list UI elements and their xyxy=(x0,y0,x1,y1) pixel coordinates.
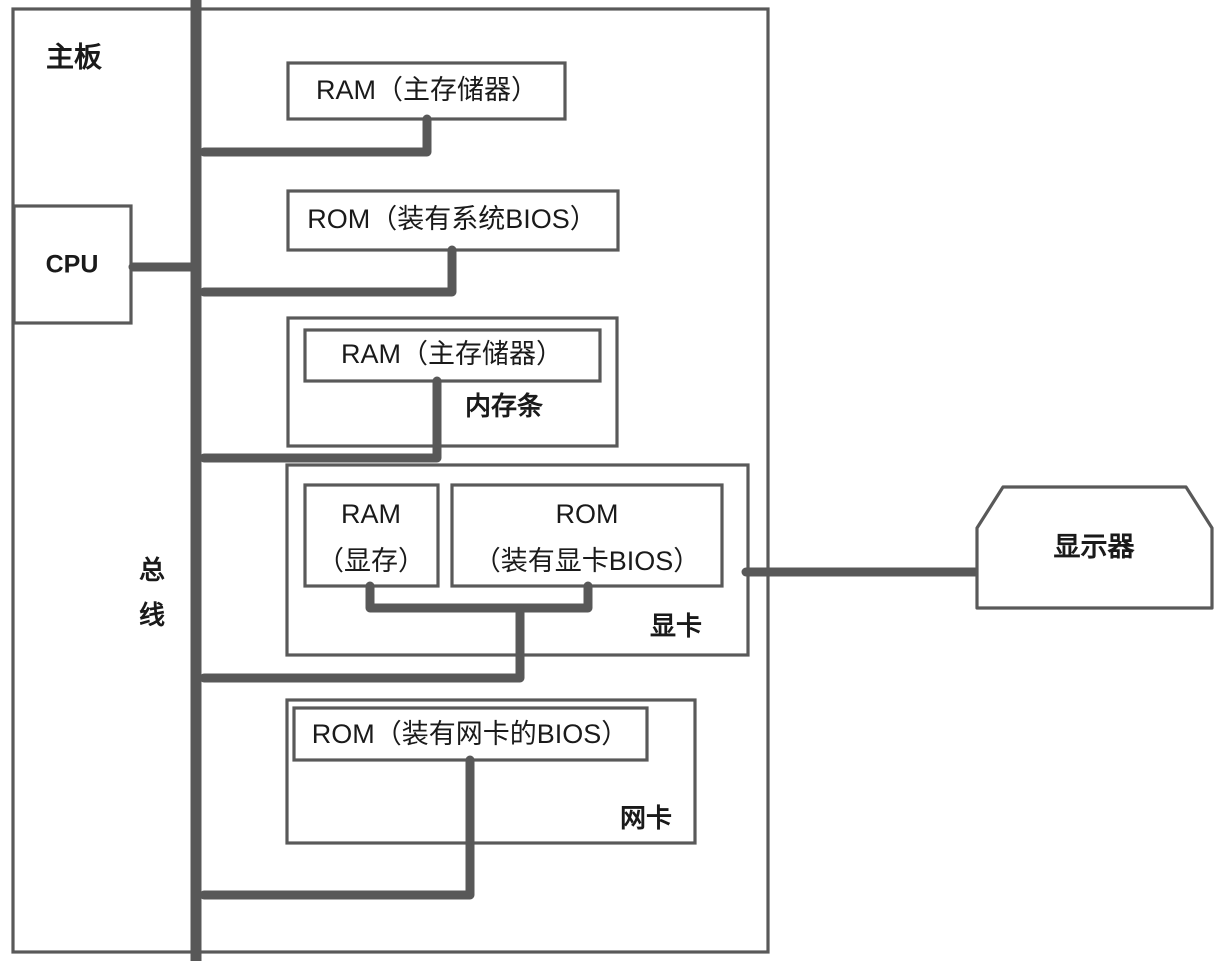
rom-system-bios-label: ROM（装有系统BIOS） xyxy=(307,204,597,234)
memory-module-label: 内存条 xyxy=(465,391,544,421)
connector-ram-main-top-to-bus xyxy=(199,114,432,157)
motherboard-label: 主板 xyxy=(46,41,102,72)
network-card-label: 网卡 xyxy=(620,803,672,833)
cpu-label: CPU xyxy=(46,251,99,279)
connector-graphics-ram-to-junction xyxy=(365,581,525,613)
graphics-card-rom-label-line2: （装有显卡BIOS） xyxy=(474,546,701,576)
network-card-rom-label: ROM（装有网卡的BIOS） xyxy=(312,719,629,749)
connector-rom-system-bios-to-bus xyxy=(199,245,457,297)
architecture-diagram: 主板 CPU 总 线 RAM（主存储器） ROM（装有系统BIOS） RAM（主… xyxy=(11,0,1214,961)
bus-label-char-2: 线 xyxy=(139,600,165,630)
ram-main-top-label: RAM（主存储器） xyxy=(316,75,538,105)
graphics-card-label: 显卡 xyxy=(650,611,702,641)
bus-label-char-1: 总 xyxy=(139,555,165,585)
graphics-card-rom-label-line1: ROM xyxy=(556,499,619,529)
monitor-label: 显示器 xyxy=(1054,532,1136,562)
connector-graphics-card-to-bus xyxy=(199,603,525,683)
diagram-canvas: 主板 CPU 总 线 RAM（主存储器） ROM（装有系统BIOS） RAM（主… xyxy=(0,0,1218,961)
connector-graphics-rom-to-junction xyxy=(515,581,593,613)
graphics-card-ram-label-line2: （显存） xyxy=(317,546,425,576)
graphics-card-ram-label-line1: RAM xyxy=(341,499,401,529)
memory-module-ram-label: RAM（主存储器） xyxy=(341,339,563,369)
connector-network-card-to-bus xyxy=(199,755,475,900)
